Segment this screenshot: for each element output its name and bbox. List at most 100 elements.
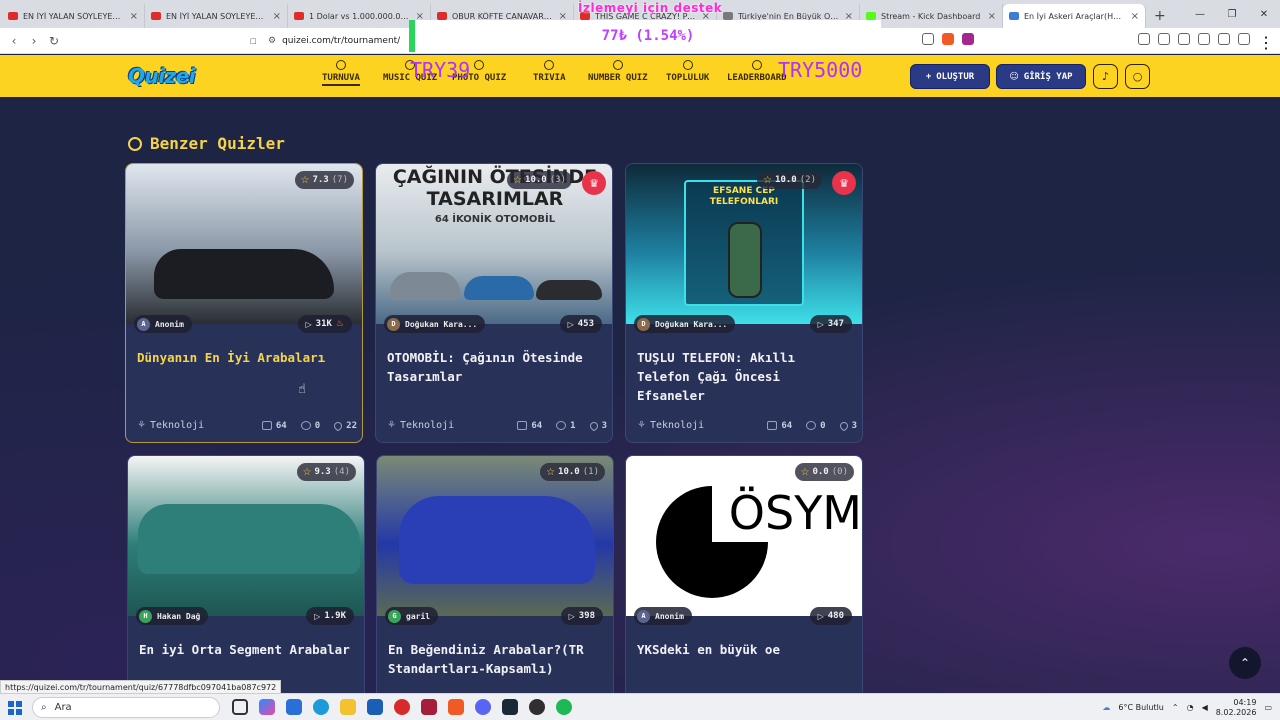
brave-icon[interactable]	[448, 699, 464, 715]
like-count[interactable]: 22	[332, 419, 357, 432]
play-icon: ▷	[314, 611, 321, 621]
quiz-card[interactable]: ☆ 10.0 (1) Ggaril ▷ 398 En Beğendiniz Arabalar…	[376, 455, 614, 693]
author-badge[interactable]: D Doğukan Kara...	[634, 315, 736, 333]
spotify-icon[interactable]	[556, 699, 572, 715]
quiz-title[interactable]: En Beğendiniz Arabalar?(TR Standartları-…	[388, 640, 606, 678]
minimize-icon[interactable]: —	[1184, 0, 1216, 28]
close-tab-icon[interactable]: ×	[988, 11, 996, 22]
browser-tab[interactable]: EN İYİ YALAN SÖYLEYEN OYUN×	[2, 4, 145, 28]
app-icon[interactable]	[394, 699, 410, 715]
nav-trivia[interactable]: TRIVIA	[533, 60, 566, 83]
edge-icon[interactable]	[313, 699, 329, 715]
quiz-title[interactable]: Dünyanın En İyi Arabaları	[137, 348, 355, 367]
close-window-icon[interactable]: ✕	[1248, 0, 1280, 28]
create-button[interactable]: + OLUŞTUR	[910, 64, 990, 89]
notification-button[interactable]: ♪	[1093, 64, 1118, 89]
quiz-title[interactable]: TUŞLU TELEFON: Akıllı Telefon Çağı Önces…	[637, 348, 855, 405]
notification-center-icon[interactable]: ▭	[1264, 703, 1272, 712]
sidebar-icon[interactable]	[1198, 33, 1210, 45]
tray-chevron-icon[interactable]: ⌃	[1172, 703, 1179, 712]
back-icon[interactable]: ‹	[4, 34, 24, 48]
clock[interactable]: 04:19 8.02.2026	[1216, 698, 1257, 718]
close-tab-icon[interactable]: ×	[130, 11, 138, 22]
menu-icon[interactable]: ⋮	[1258, 33, 1274, 52]
users-icon	[682, 60, 693, 70]
vpn-icon[interactable]	[1238, 33, 1250, 45]
browser-tab[interactable]: En İyi Askeri Araçlar(Hava ×	[1003, 4, 1146, 28]
volume-icon[interactable]: ◀	[1202, 703, 1208, 712]
extension-icon[interactable]	[1138, 33, 1150, 45]
maximize-icon[interactable]: ❐	[1216, 0, 1248, 28]
quiz-thumbnail[interactable]: EFSANE CEP TELEFONLARI	[626, 164, 862, 324]
quiz-card[interactable]: ÇAĞININ ÖTESİNDE TASARIMLAR 64 İKONİK OTO…	[375, 163, 613, 443]
weather-text[interactable]: 6°C Bulutlu	[1118, 703, 1164, 712]
new-tab-icon[interactable]: +	[1146, 4, 1174, 28]
favicon-icon	[723, 12, 733, 20]
app-icon[interactable]	[421, 699, 437, 715]
nav-topluluk[interactable]: TOPLULUK	[666, 60, 709, 83]
search-button[interactable]: ○	[1125, 64, 1150, 89]
browser-tab[interactable]: EN İYİ YALAN SÖYLEYEN OYUN×	[145, 4, 288, 28]
wallet-icon[interactable]	[1218, 33, 1230, 45]
author-badge[interactable]: A Anonim	[634, 607, 692, 625]
bookmark-icon[interactable]: ☐	[250, 34, 257, 47]
obs-icon[interactable]	[529, 699, 545, 715]
rating-badge: ☆ 10.0 (2)	[757, 171, 822, 189]
download-icon[interactable]	[1158, 33, 1170, 45]
like-count[interactable]: 3	[587, 419, 607, 432]
scroll-to-top-button[interactable]: ⌃	[1229, 647, 1261, 679]
quiz-title[interactable]: En iyi Orta Segment Arabalar	[139, 640, 357, 659]
nav-number-quiz[interactable]: NUMBER QUIZ	[588, 60, 648, 83]
explorer-icon[interactable]	[340, 699, 356, 715]
forward-icon[interactable]: ›	[24, 34, 44, 48]
weather-icon: ☁	[1102, 703, 1111, 712]
like-count[interactable]: 3	[837, 419, 857, 432]
category-label[interactable]: ⚘ Teknoloji	[387, 420, 503, 431]
quiz-card[interactable]: EFSANE CEP TELEFONLARI ☆ 10.0 (2) ♛ D Doğukan …	[625, 163, 863, 443]
category-label[interactable]: ⚘ Teknoloji	[637, 420, 753, 431]
car-shape	[464, 276, 534, 300]
quiz-title[interactable]: YKSdeki en büyük oe	[637, 640, 855, 659]
quiz-thumbnail[interactable]: ÇAĞININ ÖTESİNDE TASARIMLAR 64 İKONİK OTO…	[376, 164, 612, 324]
play-icon: ▷	[568, 611, 575, 621]
search-icon: ○	[1132, 70, 1143, 83]
quiz-card[interactable]: ÖSYM ☆ 0.0 (0) A Anonim ▷ 480 YKSdeki en büyük o…	[625, 455, 863, 693]
login-button[interactable]: ☺ GİRİŞ YAP	[996, 64, 1086, 89]
network-icon[interactable]: ◔	[1187, 703, 1194, 712]
start-button[interactable]	[8, 701, 22, 715]
reload-icon[interactable]: ↻	[44, 34, 64, 48]
brave-rewards-icon[interactable]	[962, 33, 974, 45]
quiz-card[interactable]: ☆ 9.3 (4) H Hakan Dağ ▷ 1.9K En iyi Orta Segmen…	[127, 455, 365, 693]
site-logo[interactable]: Quizei	[128, 64, 196, 88]
card-footer: ⚘ Teknoloji 64 1 3	[387, 419, 607, 432]
media-icon[interactable]	[1178, 33, 1190, 45]
quiz-card[interactable]: ☆ 7.3 (7) A Anonim ▷ 31K ♨ Dünyanın En İyi Araba…	[125, 163, 363, 443]
taskbar-search[interactable]: ⌕ Ara	[32, 697, 220, 718]
category-label[interactable]: ⚘ Teknoloji	[137, 420, 248, 431]
discord-icon[interactable]	[475, 699, 491, 715]
close-tab-icon[interactable]: ×	[273, 11, 281, 22]
url-field[interactable]: ⚙ quizei.com/tr/tournament/	[268, 32, 416, 50]
outlook-icon[interactable]	[367, 699, 383, 715]
steam-icon[interactable]	[502, 699, 518, 715]
avatar: A	[137, 317, 150, 331]
nav-turnuva[interactable]: TURNUVA	[322, 60, 360, 86]
brave-shield-icon[interactable]	[942, 33, 954, 45]
store-icon[interactable]	[286, 699, 302, 715]
author-badge[interactable]: A Anonim	[134, 315, 192, 333]
author-badge[interactable]: H Hakan Dağ	[136, 607, 209, 625]
author-badge[interactable]: D Doğukan Kara...	[384, 315, 486, 333]
share-icon[interactable]	[922, 33, 934, 45]
play-icon: ▷	[305, 319, 312, 329]
images-icon	[517, 421, 528, 430]
task-view-icon[interactable]	[232, 699, 248, 715]
mouse-cursor: ☝	[298, 382, 306, 397]
thumb-headline: ÖSYM	[728, 486, 862, 540]
close-tab-icon[interactable]: ×	[1131, 11, 1139, 22]
browser-tab[interactable]: Stream - Kick Dashboard ×	[860, 4, 1003, 28]
author-badge[interactable]: Ggaril	[385, 607, 439, 625]
category-icon: ⚘	[387, 420, 396, 431]
copilot-icon[interactable]	[259, 699, 275, 715]
site-info-icon[interactable]: ⚙	[268, 36, 276, 46]
quiz-title[interactable]: OTOMOBİL: Çağının Ötesinde Tasarımlar	[387, 348, 605, 386]
